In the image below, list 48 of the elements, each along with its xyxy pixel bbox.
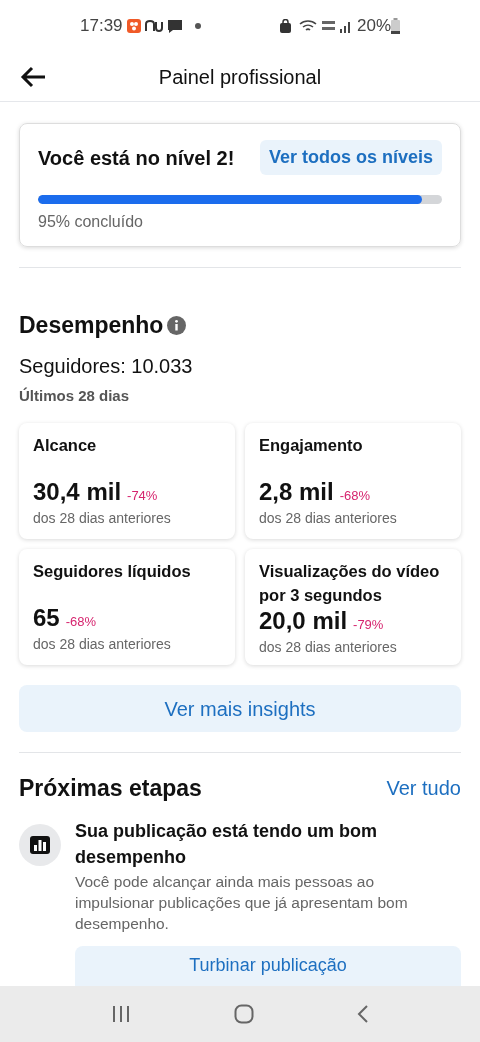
lock-icon <box>279 19 291 33</box>
metric-change: -68% <box>65 613 97 631</box>
metric-change: -74% <box>127 487 158 505</box>
progress-text: 95% concluído <box>38 212 144 232</box>
metric-card[interactable]: Alcance 30,4 mil -74% dos 28 dias anteriores <box>19 423 235 539</box>
back-button[interactable] <box>20 65 46 88</box>
see-all-link[interactable]: Ver tudo <box>386 773 461 804</box>
battery-percent: 20% <box>356 15 391 38</box>
section-title: Desempenho <box>19 311 164 340</box>
metric-change: -79% <box>353 616 384 634</box>
dot-icon <box>194 23 201 29</box>
metric-title: Engajamento <box>259 435 364 456</box>
metric-change: -68% <box>339 487 371 505</box>
level-title: Você está no nível 2! <box>38 145 235 171</box>
back-icon[interactable] <box>356 1004 369 1024</box>
page-title: Painel profissional <box>157 64 323 90</box>
metric-caption: dos 28 dias anteriores <box>33 635 172 654</box>
step-description: Você pode alcançar ainda mais pessoas ao impulsionar publicações que já apresentam bom desempenho. <box>75 871 409 934</box>
info-icon <box>167 315 187 335</box>
recent-apps-icon[interactable] <box>111 1005 132 1023</box>
period-label: Últimos 28 dias <box>19 385 131 406</box>
followers-count: Seguidores: 10.033 <box>19 353 194 379</box>
boost-post-button[interactable]: Turbinar publicação <box>75 945 461 986</box>
metric-caption: dos 28 dias anteriores <box>259 638 398 657</box>
home-icon[interactable] <box>234 1004 254 1024</box>
battery-icon <box>391 18 400 34</box>
metric-value: 2,8 mil <box>259 478 334 506</box>
metric-card[interactable]: Seguidores líquidos 65 -68% dos 28 dias anteriores <box>19 549 235 665</box>
metric-value: 20,0 mil <box>259 607 348 635</box>
app-notification-icon <box>126 19 141 33</box>
chart-icon <box>19 823 61 866</box>
more-insights-button[interactable]: Ver mais insights <box>19 685 461 732</box>
metric-card[interactable]: Engajamento 2,8 mil -68% dos 28 dias anteriores <box>245 423 461 539</box>
metric-value: 65 <box>33 604 60 632</box>
metric-caption: dos 28 dias anteriores <box>259 509 398 528</box>
metric-value: 30,4 mil <box>33 478 122 506</box>
metric-title: Alcance <box>33 435 98 456</box>
all-levels-link[interactable]: Ver todos os níveis <box>259 140 442 175</box>
wifi-icon <box>298 19 317 33</box>
metric-card[interactable]: Visualizações do vídeo por 3 segundos 20,0 mil -79% dos 28 dias anteriores <box>245 549 461 665</box>
section-title: Próximas etapas <box>19 774 202 803</box>
metric-title: Visualizações do vídeo por 3 segundos <box>259 561 441 606</box>
metric-caption: dos 28 dias anteriores <box>33 509 172 528</box>
signal-icon <box>338 19 353 33</box>
status-time: 17:39 <box>80 15 123 38</box>
step-title: Sua publicação está tendo um bom desempenho <box>75 819 379 869</box>
metric-title: Seguidores líquidos <box>33 561 192 582</box>
message-icon <box>166 18 183 34</box>
